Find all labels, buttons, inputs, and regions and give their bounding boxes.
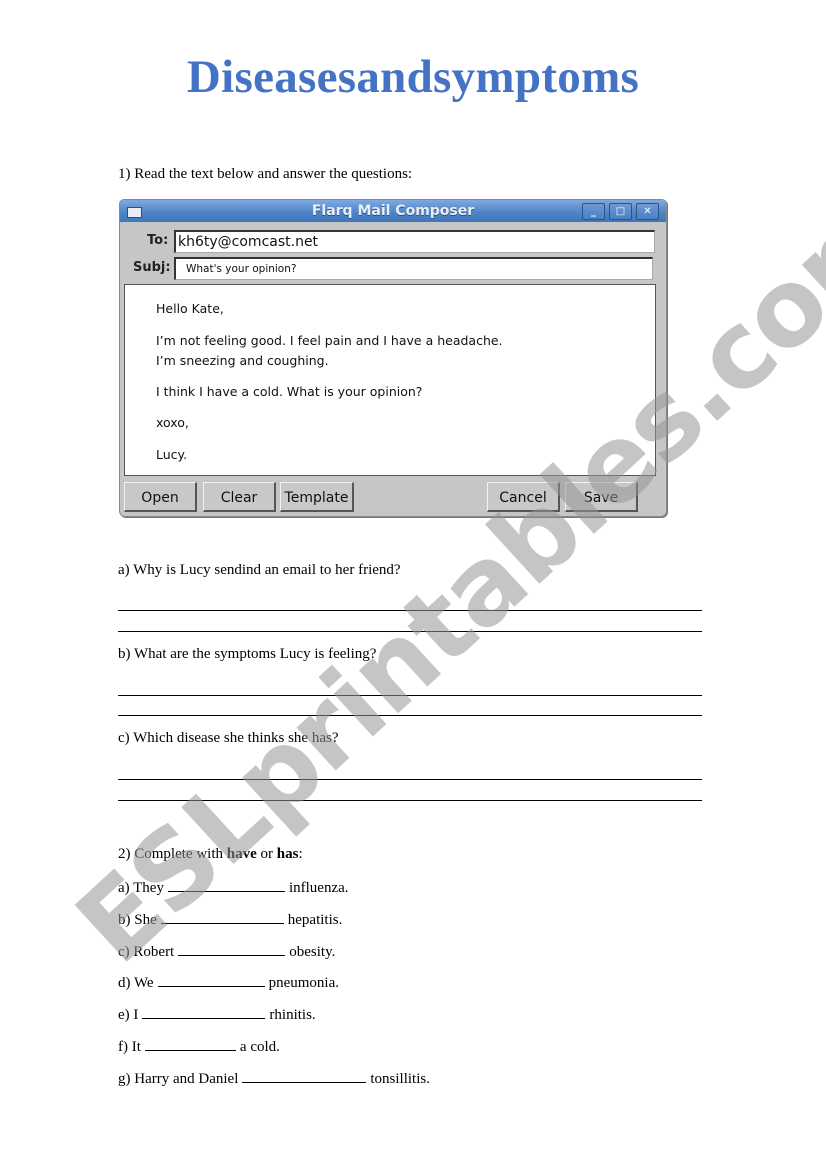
blank-field[interactable] — [142, 1005, 266, 1019]
exercise-item: e) I rhinitis. — [118, 1005, 316, 1024]
item-object: rhinitis. — [269, 1007, 316, 1023]
blank-field[interactable] — [160, 910, 284, 924]
answer-line[interactable] — [118, 779, 702, 780]
answer-line[interactable] — [118, 695, 702, 696]
answer-line[interactable] — [118, 631, 702, 632]
item-subject: e) I — [118, 1007, 139, 1023]
instruction-suffix: : — [298, 846, 303, 862]
body-line: I think I have a cold. What is your opin… — [156, 384, 423, 399]
item-subject: c) Robert — [118, 944, 175, 960]
blank-field[interactable] — [144, 1037, 236, 1051]
exercise-item: d) We pneumonia. — [118, 973, 339, 992]
maximize-button[interactable]: □ — [609, 203, 632, 220]
item-subject: a) They — [118, 880, 164, 896]
minimize-button[interactable]: _ — [582, 203, 605, 220]
question-b: b) What are the symptoms Lucy is feeling… — [118, 646, 377, 662]
to-label: To: — [147, 233, 169, 248]
answer-line[interactable] — [118, 800, 702, 801]
open-button[interactable]: Open — [124, 482, 197, 512]
mail-composer-window: Flarq Mail Composer _ □ ✕ To: kh6ty@comc… — [119, 199, 667, 517]
body-line: Hello Kate, — [156, 301, 224, 316]
item-object: pneumonia. — [268, 975, 339, 991]
item-object: influenza. — [288, 880, 349, 896]
exercise-item: g) Harry and Daniel tonsillitis. — [118, 1069, 430, 1088]
section2-instruction: 2) Complete with have or has: — [118, 846, 303, 863]
cancel-button[interactable]: Cancel — [487, 482, 560, 512]
subject-field[interactable]: What's your opinion? — [174, 257, 653, 280]
blank-field[interactable] — [242, 1069, 367, 1083]
item-subject: g) Harry and Daniel — [118, 1071, 239, 1087]
question-c: c) Which disease she thinks she has? — [118, 730, 339, 746]
exercise-item: c) Robert obesity. — [118, 942, 335, 961]
blank-field[interactable] — [178, 942, 286, 956]
worksheet-title: Diseasesandsymptoms — [186, 51, 640, 103]
blank-field[interactable] — [157, 973, 265, 987]
item-subject: f) It — [118, 1039, 141, 1055]
item-subject: d) We — [118, 975, 154, 991]
body-line: I’m sneezing and coughing. — [156, 353, 329, 368]
question-a: a) Why is Lucy sendind an email to her f… — [118, 562, 401, 578]
to-field[interactable]: kh6ty@comcast.net — [174, 230, 655, 253]
clear-button[interactable]: Clear — [203, 482, 276, 512]
exercise-item: b) She hepatitis. — [118, 910, 342, 929]
message-body[interactable]: Hello Kate, I’m not feeling good. I feel… — [124, 284, 656, 476]
instruction-prefix: 2) Complete with — [118, 846, 227, 862]
answer-line[interactable] — [118, 715, 702, 716]
save-button[interactable]: Save — [565, 482, 638, 512]
subj-label: Subj: — [133, 260, 171, 275]
item-subject: b) She — [118, 912, 157, 928]
word-has: has — [276, 846, 299, 862]
close-button[interactable]: ✕ — [636, 203, 659, 220]
body-line: Lucy. — [156, 447, 188, 462]
instruction-middle: or — [256, 846, 277, 862]
body-line: I’m not feeling good. I feel pain and I … — [156, 333, 503, 348]
item-object: a cold. — [239, 1039, 280, 1055]
template-button[interactable]: Template — [280, 482, 354, 512]
answer-line[interactable] — [118, 610, 702, 611]
blank-field[interactable] — [167, 878, 285, 892]
exercise-item: f) It a cold. — [118, 1037, 280, 1056]
item-object: obesity. — [289, 944, 336, 960]
item-object: tonsillitis. — [370, 1071, 430, 1087]
body-line: xoxo, — [156, 415, 189, 430]
window-titlebar[interactable]: Flarq Mail Composer _ □ ✕ — [120, 200, 666, 222]
section1-instruction: 1) Read the text below and answer the qu… — [118, 166, 413, 182]
exercise-item: a) They influenza. — [118, 878, 349, 897]
word-have: have — [226, 846, 257, 862]
item-object: hepatitis. — [287, 912, 343, 928]
